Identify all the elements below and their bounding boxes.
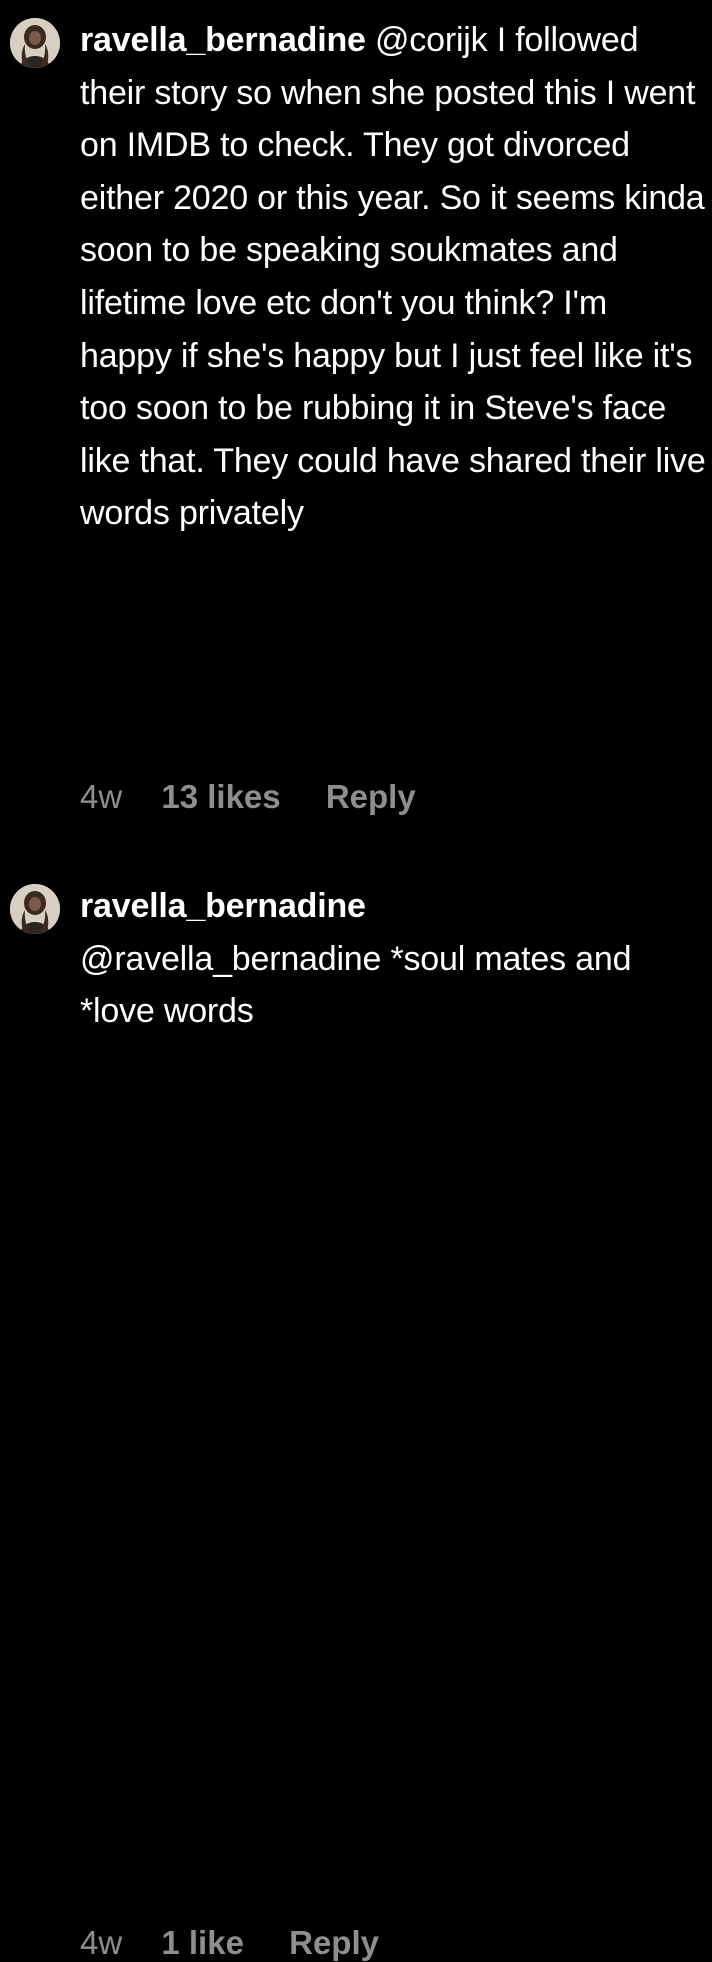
reply-button[interactable]: Reply: [326, 778, 416, 816]
reply-button[interactable]: Reply: [289, 1924, 379, 1962]
comment-body: ravella_bernadine @corijk I followed the…: [80, 14, 706, 540]
comment-actions: 4w 13 likes Reply: [80, 778, 416, 816]
avatar[interactable]: [10, 18, 60, 68]
avatar[interactable]: [10, 884, 60, 934]
comment-timestamp: 4w: [80, 1924, 123, 1961]
comment-text: @corijk I followed their story so when s…: [80, 21, 706, 533]
comment-timestamp: 4w: [80, 778, 123, 815]
likes-count-button[interactable]: 13 likes: [161, 778, 280, 816]
comment-actions: 4w 1 like Reply: [80, 1924, 379, 1962]
comment-username[interactable]: ravella_bernadine: [80, 887, 366, 925]
comment-username[interactable]: ravella_bernadine: [80, 21, 366, 59]
comment-body: ravella_bernadine @ravella_bernadine *so…: [80, 880, 706, 1038]
comment-text: @ravella_bernadine *soul mates and *love…: [80, 939, 632, 1031]
likes-count-button[interactable]: 1 like: [161, 1924, 244, 1962]
